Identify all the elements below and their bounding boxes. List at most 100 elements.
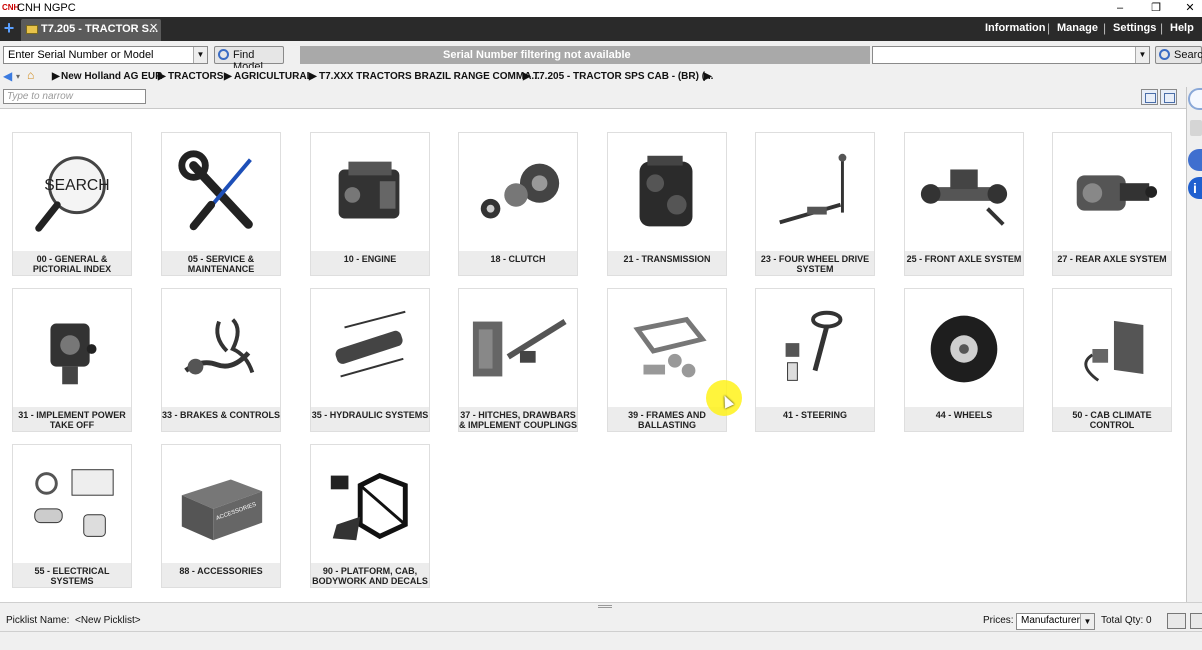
search-button[interactable]: Search — [1155, 46, 1202, 64]
tab-close-icon[interactable]: ✕ — [149, 21, 158, 34]
list-view-icon[interactable] — [1141, 89, 1158, 105]
electrical-icon — [34, 469, 114, 537]
breadcrumb-item-model[interactable]: T7.205 - TRACTOR SPS CAB - (BR) (... — [533, 71, 713, 82]
restore-picklist-icon[interactable] — [1167, 613, 1186, 629]
serial-status-text: Serial Number filtering not available — [443, 49, 631, 61]
category-label: 21 - TRANSMISSION — [608, 251, 726, 275]
menu-information[interactable]: Information — [985, 22, 1046, 34]
category-label: 37 - HITCHES, DRAWBARS & IMPLEMENT COUPL… — [459, 407, 577, 431]
breadcrumb-arrow: ▶ — [158, 71, 166, 82]
breadcrumb-arrow: ▶ — [224, 71, 232, 82]
picklist-name[interactable]: <New Picklist> — [75, 615, 141, 626]
search-button-label: Search — [1174, 49, 1202, 61]
category-tile[interactable]: 44 - WHEELS — [904, 288, 1024, 432]
menu-help[interactable]: Help — [1170, 22, 1194, 34]
restore-button[interactable]: ❐ — [1144, 0, 1168, 17]
category-tile[interactable]: 23 - FOUR WHEEL DRIVE SYSTEM — [755, 132, 875, 276]
category-label: 31 - IMPLEMENT POWER TAKE OFF — [13, 407, 131, 431]
category-tile[interactable]: 41 - STEERING — [755, 288, 875, 432]
tab-t7205[interactable]: T7.205 - TRACTOR S... ✕ — [21, 19, 161, 41]
category-tile[interactable]: SEARCH 00 - GENERAL & PICTORIAL INDEX — [12, 132, 132, 276]
hitch-icon — [472, 319, 567, 377]
close-window-button[interactable]: ✕ — [1178, 0, 1202, 17]
category-label: 23 - FOUR WHEEL DRIVE SYSTEM — [756, 251, 874, 275]
category-label: 05 - SERVICE & MAINTENANCE — [162, 251, 280, 275]
drive-shaft-icon — [779, 153, 847, 225]
category-label: 90 - PLATFORM, CAB, BODYWORK AND DECALS — [311, 563, 429, 587]
breadcrumb-arrow: ▶ — [52, 71, 60, 82]
category-tile[interactable]: 50 - CAB CLIMATE CONTROL — [1052, 288, 1172, 432]
clutch-icon — [480, 163, 560, 219]
window-title: CNH NGPC — [17, 2, 76, 14]
status-bar — [0, 632, 1202, 650]
tractor-tab-icon — [26, 25, 38, 34]
category-tile[interactable]: 90 - PLATFORM, CAB, BODYWORK AND DECALS — [310, 444, 430, 588]
category-label: 88 - ACCESSORIES — [162, 563, 280, 587]
rear-axle-icon — [1076, 175, 1158, 211]
breadcrumb-item-agricultural[interactable]: AGRICULTURAL — [234, 71, 313, 82]
menu-separator: | — [1160, 21, 1164, 35]
category-tile[interactable]: 05 - SERVICE & MAINTENANCE — [161, 132, 281, 276]
hydraulic-cylinder-icon — [335, 310, 406, 378]
prices-label: Prices: — [983, 615, 1014, 626]
category-tile[interactable]: 37 - HITCHES, DRAWBARS & IMPLEMENT COUPL… — [458, 288, 578, 432]
total-quantity: Total Qty: 0 — [1101, 615, 1152, 626]
category-label: 27 - REAR AXLE SYSTEM — [1053, 251, 1171, 275]
engine-icon — [338, 161, 400, 219]
new-tab-plus-icon[interactable]: + — [1, 18, 17, 40]
category-tile[interactable]: 25 - FRONT AXLE SYSTEM — [904, 132, 1024, 276]
category-tile[interactable]: 39 - FRAMES AND BALLASTING — [607, 288, 727, 432]
accessories-crate-icon: ACCESSORIES — [181, 479, 263, 541]
steering-icon — [785, 310, 843, 381]
prices-select[interactable]: Manufacturer ▼ — [1016, 613, 1095, 630]
history-dropdown-icon[interactable]: ▾ — [16, 72, 20, 81]
category-label: 50 - CAB CLIMATE CONTROL — [1053, 407, 1171, 431]
category-tile[interactable]: 10 - ENGINE — [310, 132, 430, 276]
back-arrow-icon[interactable]: ◀ — [3, 69, 12, 83]
category-label: 35 - HYDRAULIC SYSTEMS — [311, 407, 429, 431]
category-tile[interactable]: 18 - CLUTCH — [458, 132, 578, 276]
category-tile[interactable]: 21 - TRANSMISSION — [607, 132, 727, 276]
maximize-picklist-icon[interactable] — [1190, 613, 1202, 629]
category-label: 10 - ENGINE — [311, 251, 429, 275]
chevron-down-icon[interactable]: ▼ — [1135, 47, 1149, 63]
tab-label: T7.205 - TRACTOR S... — [41, 23, 159, 35]
document-icon[interactable] — [1190, 120, 1202, 136]
category-grid: SEARCH 00 - GENERAL & PICTORIAL INDEX 05 -… — [0, 110, 1186, 602]
find-model-button[interactable]: Find Model — [214, 46, 284, 73]
breadcrumb-item-brand[interactable]: New Holland AG EUR — [61, 71, 162, 82]
menu-settings[interactable]: Settings — [1113, 22, 1156, 34]
category-tile[interactable]: 35 - HYDRAULIC SYSTEMS — [310, 288, 430, 432]
breadcrumb-arrow[interactable]: ▶ — [704, 71, 712, 82]
chevron-down-icon[interactable]: ▼ — [193, 47, 207, 63]
category-tile[interactable]: ACCESSORIES 88 - ACCESSORIES — [161, 444, 281, 588]
menu-manage[interactable]: Manage — [1057, 22, 1098, 34]
narrow-filter-input[interactable]: Type to narrow — [3, 89, 146, 104]
category-label: 18 - CLUTCH — [459, 251, 577, 275]
chevron-down-icon[interactable]: ▼ — [1080, 614, 1094, 629]
global-search-combo[interactable]: ▼ — [872, 46, 1150, 64]
serial-number-input[interactable]: Enter Serial Number or Model — [8, 49, 154, 61]
category-tile[interactable]: 33 - BRAKES & CONTROLS — [161, 288, 281, 432]
breadcrumb-item-range[interactable]: T7.XXX TRACTORS BRAZIL RANGE COMMA... — [319, 71, 540, 82]
minimize-button[interactable]: – — [1108, 0, 1132, 17]
category-label: 39 - FRAMES AND BALLASTING — [608, 407, 726, 431]
category-tile[interactable]: 31 - IMPLEMENT POWER TAKE OFF — [12, 288, 132, 432]
wrench-screwdriver-icon — [178, 150, 253, 231]
category-tile[interactable]: 27 - REAR AXLE SYSTEM — [1052, 132, 1172, 276]
breadcrumb-item-tractors[interactable]: TRACTORS — [168, 71, 223, 82]
breadcrumb-arrow: ▶ — [309, 71, 317, 82]
pto-icon — [50, 323, 97, 385]
category-label: 44 - WHEELS — [905, 407, 1023, 431]
window-title-bar: CNH CNH NGPC – ❐ ✕ — [0, 0, 1202, 17]
transmission-icon — [639, 155, 693, 227]
panel-splitter[interactable] — [0, 602, 1202, 610]
home-icon[interactable]: ⌂ — [27, 68, 34, 82]
filter-row — [0, 87, 1202, 109]
category-tile[interactable]: 55 - ELECTRICAL SYSTEMS — [12, 444, 132, 588]
grid-view-icon[interactable] — [1160, 89, 1177, 105]
serial-number-combo[interactable]: Enter Serial Number or Model ▼ — [3, 46, 208, 64]
category-label: 33 - BRAKES & CONTROLS — [162, 407, 280, 431]
search-word: SEARCH — [44, 177, 109, 194]
search-magnifier-icon: SEARCH — [35, 156, 110, 232]
